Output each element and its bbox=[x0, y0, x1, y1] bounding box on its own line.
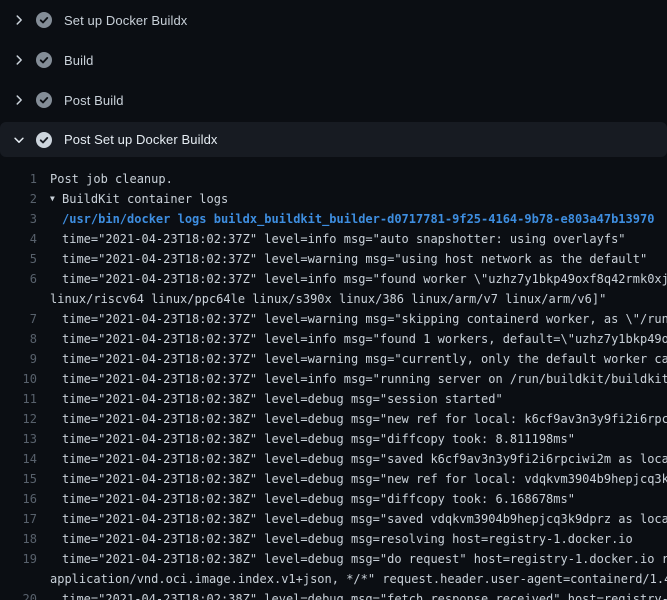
log-line-text: time="2021-04-23T18:02:37Z" level=info m… bbox=[62, 229, 626, 249]
log-line-text: time="2021-04-23T18:02:38Z" level=debug … bbox=[62, 389, 503, 409]
chevron-right-icon bbox=[12, 93, 26, 107]
log-line-text: time="2021-04-23T18:02:38Z" level=debug … bbox=[62, 529, 633, 549]
log-line-text: time="2021-04-23T18:02:37Z" level=warnin… bbox=[62, 309, 667, 329]
log-line-number[interactable]: 3 bbox=[0, 209, 37, 229]
log-line: 2 ▼ BuildKit container logs bbox=[0, 189, 667, 209]
log-line: 19 time="2021-04-23T18:02:38Z" level=deb… bbox=[0, 549, 667, 569]
log-line-text: application/vnd.oci.image.index.v1+json,… bbox=[50, 569, 667, 589]
chevron-right-icon bbox=[12, 13, 26, 27]
step-label: Post Build bbox=[64, 93, 124, 108]
log-line-number[interactable]: 6 bbox=[0, 269, 37, 289]
step-label: Build bbox=[64, 53, 93, 68]
log-line: 18 time="2021-04-23T18:02:38Z" level=deb… bbox=[0, 529, 667, 549]
log-line-number bbox=[0, 289, 37, 309]
log-line: 8 time="2021-04-23T18:02:37Z" level=info… bbox=[0, 329, 667, 349]
log-line-number[interactable]: 16 bbox=[0, 489, 37, 509]
log-line-number[interactable]: 10 bbox=[0, 369, 37, 389]
log-line-text: time="2021-04-23T18:02:38Z" level=debug … bbox=[62, 589, 667, 600]
workflow-log-viewer: Set up Docker Buildx Build Post Build bbox=[0, 0, 667, 600]
log-line-number[interactable]: 1 bbox=[0, 169, 37, 189]
log-line-number[interactable]: 12 bbox=[0, 409, 37, 429]
log-line: 3 /usr/bin/docker logs buildx_buildkit_b… bbox=[0, 209, 667, 229]
log-line-number[interactable]: 20 bbox=[0, 589, 37, 600]
log-line-text: time="2021-04-23T18:02:37Z" level=warnin… bbox=[62, 249, 647, 269]
log-line-text: time="2021-04-23T18:02:38Z" level=debug … bbox=[62, 409, 667, 429]
log-line: 4 time="2021-04-23T18:02:37Z" level=info… bbox=[0, 229, 667, 249]
log-line-text[interactable]: BuildKit container logs bbox=[62, 189, 228, 209]
step-label: Post Set up Docker Buildx bbox=[64, 132, 218, 147]
log-line: 6 time="2021-04-23T18:02:37Z" level=info… bbox=[0, 269, 667, 289]
log-line-text: time="2021-04-23T18:02:37Z" level=info m… bbox=[62, 329, 667, 349]
log-line: 20 time="2021-04-23T18:02:38Z" level=deb… bbox=[0, 589, 667, 600]
log-line-number[interactable]: 8 bbox=[0, 329, 37, 349]
log-line-number[interactable]: 18 bbox=[0, 529, 37, 549]
log-line-text: time="2021-04-23T18:02:37Z" level=info m… bbox=[62, 369, 667, 389]
step-row-set-up-docker-buildx[interactable]: Set up Docker Buildx bbox=[0, 0, 667, 40]
log-line-number[interactable]: 2 bbox=[0, 189, 37, 209]
log-line-text: time="2021-04-23T18:02:38Z" level=debug … bbox=[62, 509, 667, 529]
log-line: 13 time="2021-04-23T18:02:38Z" level=deb… bbox=[0, 429, 667, 449]
log-line-text: /usr/bin/docker logs buildx_buildkit_bui… bbox=[62, 209, 654, 229]
chevron-right-icon bbox=[12, 53, 26, 67]
step-row-build[interactable]: Build bbox=[0, 40, 667, 80]
log-line-number[interactable]: 17 bbox=[0, 509, 37, 529]
step-row-post-build[interactable]: Post Build bbox=[0, 80, 667, 120]
log-line-number[interactable]: 13 bbox=[0, 429, 37, 449]
log-line: 1 Post job cleanup. bbox=[0, 169, 667, 189]
log-line-number[interactable]: 14 bbox=[0, 449, 37, 469]
log-line: 14 time="2021-04-23T18:02:38Z" level=deb… bbox=[0, 449, 667, 469]
log-line: 15 time="2021-04-23T18:02:38Z" level=deb… bbox=[0, 469, 667, 489]
log-line-text: linux/riscv64 linux/ppc64le linux/s390x … bbox=[50, 289, 606, 309]
log-line: 9 time="2021-04-23T18:02:37Z" level=warn… bbox=[0, 349, 667, 369]
log-line-number[interactable]: 5 bbox=[0, 249, 37, 269]
steps-list: Set up Docker Buildx Build Post Build bbox=[0, 0, 667, 157]
step-row-post-set-up-docker-buildx[interactable]: Post Set up Docker Buildx bbox=[0, 122, 667, 157]
log-line-number bbox=[0, 569, 37, 589]
check-circle-icon bbox=[36, 12, 52, 28]
log-area: 1 Post job cleanup. 2 ▼ BuildKit contain… bbox=[0, 169, 667, 600]
chevron-down-icon bbox=[12, 133, 26, 147]
log-line-text: Post job cleanup. bbox=[50, 169, 173, 189]
log-line-number[interactable]: 7 bbox=[0, 309, 37, 329]
log-line-text: time="2021-04-23T18:02:38Z" level=debug … bbox=[62, 489, 575, 509]
check-circle-icon bbox=[36, 132, 52, 148]
log-line: application/vnd.oci.image.index.v1+json,… bbox=[0, 569, 667, 589]
step-label: Set up Docker Buildx bbox=[64, 13, 187, 28]
log-line: 16 time="2021-04-23T18:02:38Z" level=deb… bbox=[0, 489, 667, 509]
log-line-text: time="2021-04-23T18:02:38Z" level=debug … bbox=[62, 429, 575, 449]
log-line-number[interactable]: 15 bbox=[0, 469, 37, 489]
log-line-text: time="2021-04-23T18:02:38Z" level=debug … bbox=[62, 469, 667, 489]
log-line-text: time="2021-04-23T18:02:38Z" level=debug … bbox=[62, 449, 667, 469]
log-line-number[interactable]: 11 bbox=[0, 389, 37, 409]
log-line-text: time="2021-04-23T18:02:37Z" level=warnin… bbox=[62, 349, 667, 369]
check-circle-icon bbox=[36, 52, 52, 68]
check-circle-icon bbox=[36, 92, 52, 108]
log-line: 10 time="2021-04-23T18:02:37Z" level=inf… bbox=[0, 369, 667, 389]
log-line-text: time="2021-04-23T18:02:38Z" level=debug … bbox=[62, 549, 667, 569]
disclosure-triangle-icon: ▼ bbox=[50, 189, 62, 209]
log-line-text: time="2021-04-23T18:02:37Z" level=info m… bbox=[62, 269, 667, 289]
log-line: linux/riscv64 linux/ppc64le linux/s390x … bbox=[0, 289, 667, 309]
log-line-number[interactable]: 9 bbox=[0, 349, 37, 369]
log-line: 7 time="2021-04-23T18:02:37Z" level=warn… bbox=[0, 309, 667, 329]
log-line-number[interactable]: 4 bbox=[0, 229, 37, 249]
log-line-number[interactable]: 19 bbox=[0, 549, 37, 569]
log-line: 12 time="2021-04-23T18:02:38Z" level=deb… bbox=[0, 409, 667, 429]
log-line: 11 time="2021-04-23T18:02:38Z" level=deb… bbox=[0, 389, 667, 409]
log-line: 17 time="2021-04-23T18:02:38Z" level=deb… bbox=[0, 509, 667, 529]
log-line: 5 time="2021-04-23T18:02:37Z" level=warn… bbox=[0, 249, 667, 269]
